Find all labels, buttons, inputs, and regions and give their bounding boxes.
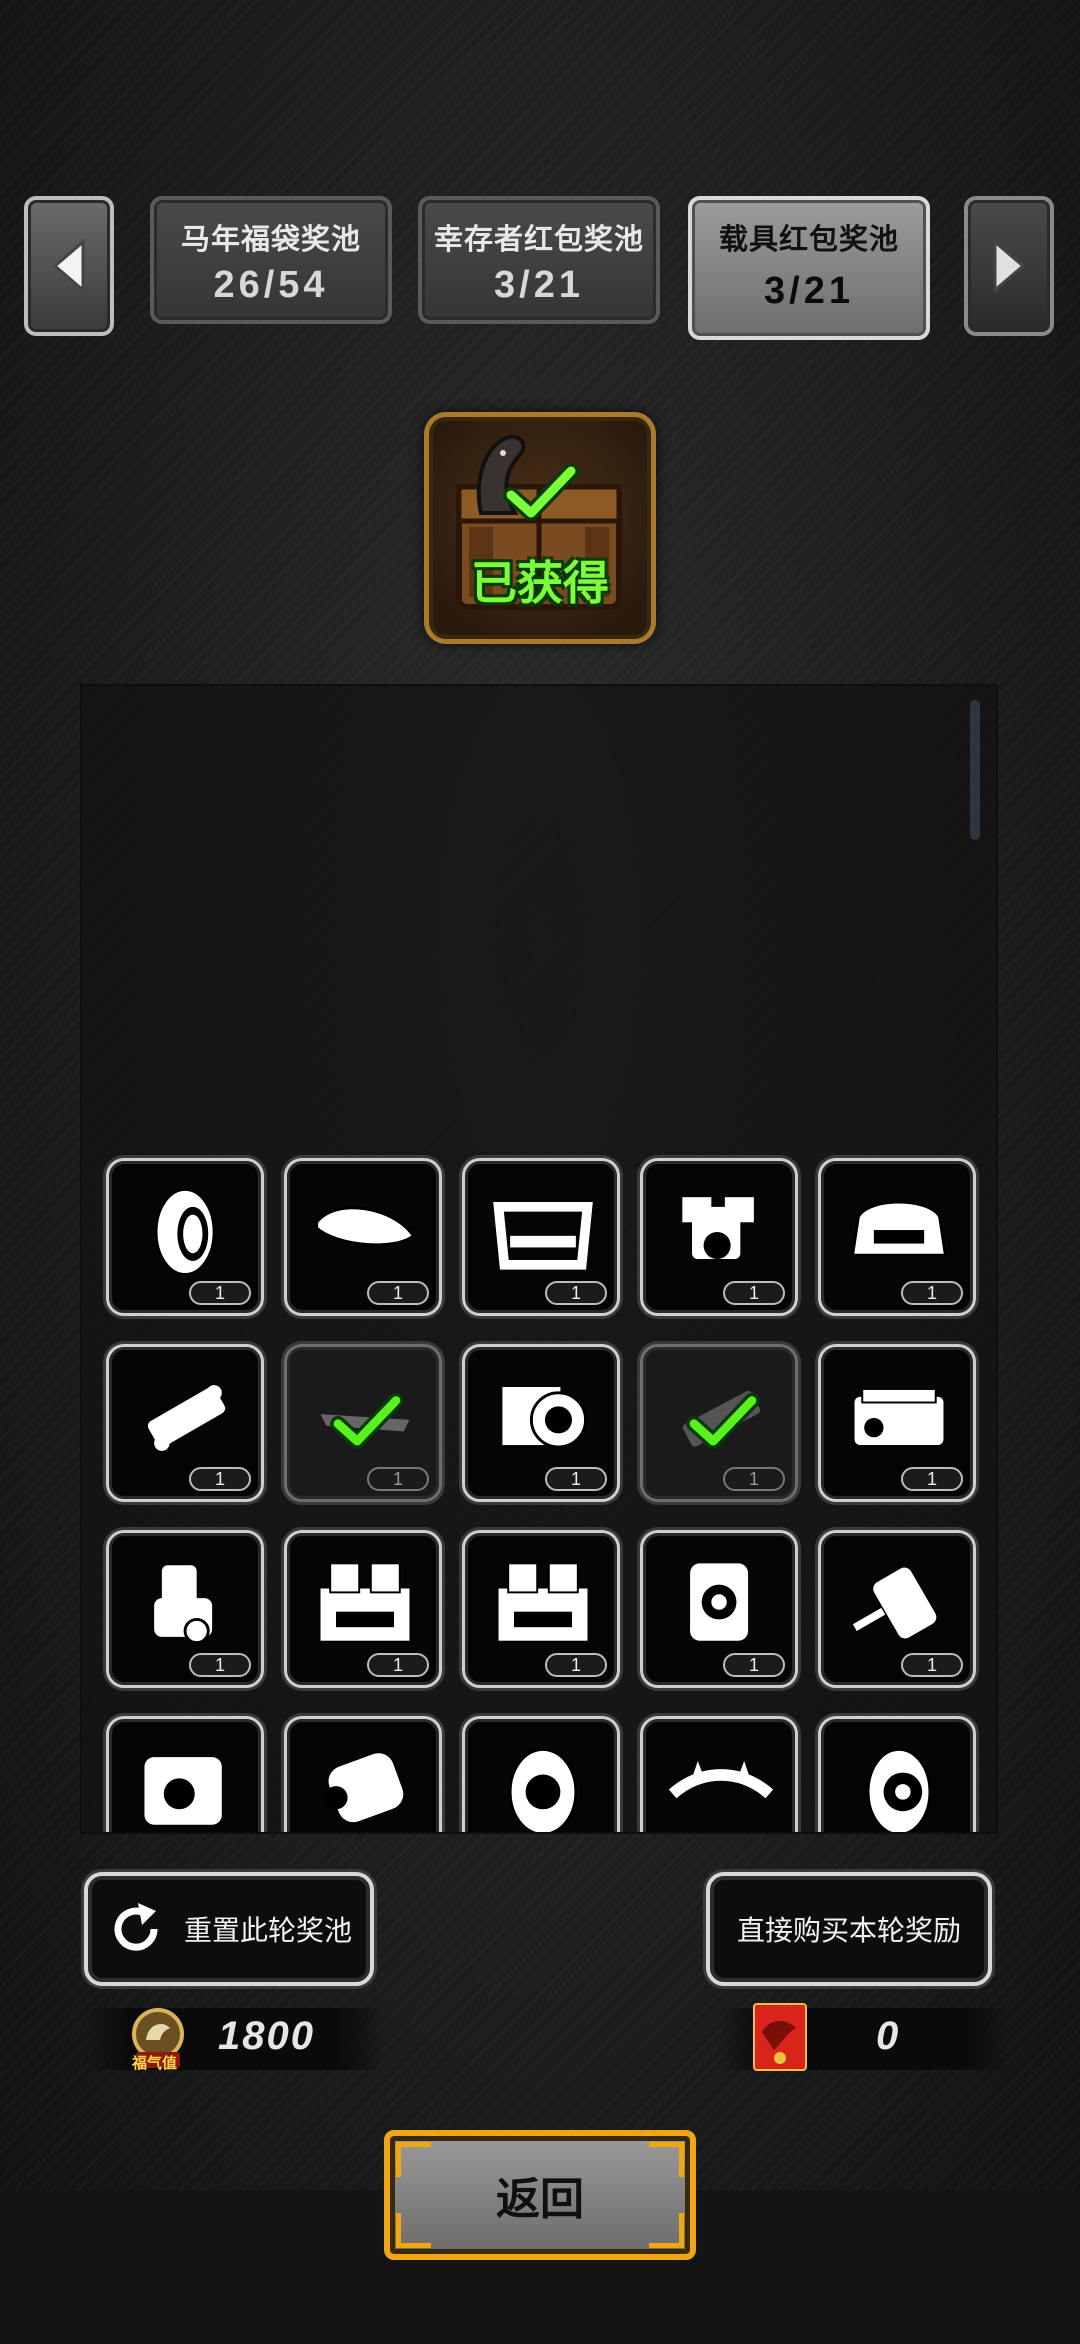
reward-slot[interactable]: 1	[106, 1530, 264, 1688]
shaft-icon	[682, 1390, 761, 1449]
reward-slot[interactable]: 1	[106, 1158, 264, 1316]
quantity-badge: 1	[901, 1653, 963, 1677]
reward-slot[interactable]	[462, 1716, 620, 1832]
tab-title: 马年福袋奖池	[180, 222, 361, 256]
quantity-badge: 1	[367, 1467, 429, 1491]
quantity-badge: 1	[545, 1281, 607, 1305]
filter-icon	[324, 1753, 404, 1823]
v8-engine-icon	[854, 1388, 944, 1446]
reward-slot[interactable]: 1	[640, 1530, 798, 1688]
quantity-badge: 1	[901, 1281, 963, 1305]
reward-slot[interactable]: 1	[284, 1158, 442, 1316]
buy-rewards-button[interactable]: 直接购买本轮奖励	[706, 1872, 992, 1986]
tab-count: 26/54	[213, 264, 329, 306]
tab-count: 3/21	[764, 270, 854, 312]
tab-title: 幸存者红包奖池	[433, 222, 644, 256]
redpacket-bar: 0	[720, 2003, 1010, 2071]
fortune-value: 1800	[218, 2014, 315, 2058]
reward-slot[interactable]: 1	[462, 1344, 620, 1502]
quantity-badge: 1	[723, 1281, 785, 1305]
grand-prize-chest[interactable]: 已获得	[424, 412, 656, 644]
tab-count: 3/21	[494, 264, 584, 306]
motor-engine-icon	[154, 1565, 213, 1645]
next-tab-button[interactable]	[964, 196, 1054, 336]
quantity-badge: 1	[545, 1653, 607, 1677]
snow-chain-tire-icon	[508, 1747, 578, 1832]
reward-slot[interactable]: 1	[640, 1344, 798, 1502]
reward-slot[interactable]: 1	[818, 1530, 976, 1688]
quantity-badge: 1	[189, 1467, 251, 1491]
reward-slot[interactable]	[106, 1716, 264, 1832]
reward-slot[interactable]: 1	[640, 1158, 798, 1316]
reward-slot[interactable]	[640, 1716, 798, 1832]
reward-list-panel[interactable]: 1 1 1 1 1 1 1 1 1 1 1 1 1 1 1	[80, 684, 998, 1834]
buy-rewards-label: 直接购买本轮奖励	[736, 1914, 961, 1947]
reset-pool-label: 重置此轮奖池	[183, 1914, 352, 1947]
fortune-label: 福气值	[132, 2054, 178, 2072]
tab-vehicle-pool[interactable]: 载具红包奖池 3/21	[688, 196, 930, 340]
reward-slot[interactable]: 1	[284, 1530, 442, 1688]
tab-title: 载具红包奖池	[718, 222, 899, 256]
car-rear-icon	[850, 1200, 948, 1257]
refresh-icon	[114, 1903, 158, 1951]
tire-icon	[154, 1187, 216, 1276]
prev-tab-button[interactable]	[24, 196, 114, 336]
turbo-engine-icon	[690, 1563, 749, 1641]
reward-slot[interactable]: 1	[818, 1158, 976, 1316]
fuel-pump-icon	[852, 1567, 937, 1639]
engine-icon	[144, 1757, 222, 1825]
corner-ornament	[649, 2142, 684, 2177]
reward-slot[interactable]: 1	[106, 1344, 264, 1502]
reward-slot[interactable]: 1	[284, 1344, 442, 1502]
quantity-badge: 1	[189, 1281, 251, 1305]
redpacket-value: 0	[876, 2014, 901, 2058]
scrollbar[interactable]	[970, 700, 980, 840]
reward-slot[interactable]: 1	[462, 1530, 620, 1688]
return-label: 返回	[496, 2174, 584, 2225]
sport-tire-icon	[866, 1747, 932, 1832]
quantity-badge: 1	[723, 1653, 785, 1677]
quantity-badge: 1	[545, 1467, 607, 1491]
fortune-value-bar: 福气值 1800	[84, 2008, 384, 2072]
quantity-badge: 1	[901, 1467, 963, 1491]
tab-horse-year-pool[interactable]: 马年福袋奖池 26/54	[150, 196, 392, 324]
quantity-badge: 1	[189, 1653, 251, 1677]
roof-box-icon	[315, 1206, 416, 1247]
chassis-icon	[147, 1385, 226, 1451]
reward-slot[interactable]: 1	[818, 1344, 976, 1502]
engine-block-icon	[502, 1387, 587, 1449]
toolbox-icon	[498, 1562, 588, 1641]
corner-ornament	[649, 2213, 684, 2248]
corner-ornament	[396, 2213, 431, 2248]
reward-slot[interactable]	[818, 1716, 976, 1832]
bumper-icon	[493, 1202, 593, 1270]
quantity-badge: 1	[723, 1467, 785, 1491]
left-arrow-icon	[52, 238, 85, 294]
quantity-badge: 1	[367, 1653, 429, 1677]
right-arrow-icon	[993, 238, 1026, 294]
reward-slot[interactable]: 1	[462, 1158, 620, 1316]
engine-v-icon	[682, 1197, 754, 1260]
quantity-badge: 1	[367, 1281, 429, 1305]
reward-slot[interactable]	[284, 1716, 442, 1832]
tab-survivor-pool[interactable]: 幸存者红包奖池 3/21	[418, 196, 660, 324]
toolbox-icon	[320, 1562, 410, 1641]
red-packet-icon	[753, 2003, 807, 2071]
corner-ornament	[396, 2142, 431, 2177]
return-button[interactable]: 返回	[384, 2130, 696, 2260]
spoiler-icon	[320, 1392, 410, 1449]
spiked-bumper-icon	[668, 1760, 774, 1799]
obtained-label: 已获得	[471, 556, 609, 610]
reset-pool-button[interactable]: 重置此轮奖池	[84, 1872, 374, 1986]
